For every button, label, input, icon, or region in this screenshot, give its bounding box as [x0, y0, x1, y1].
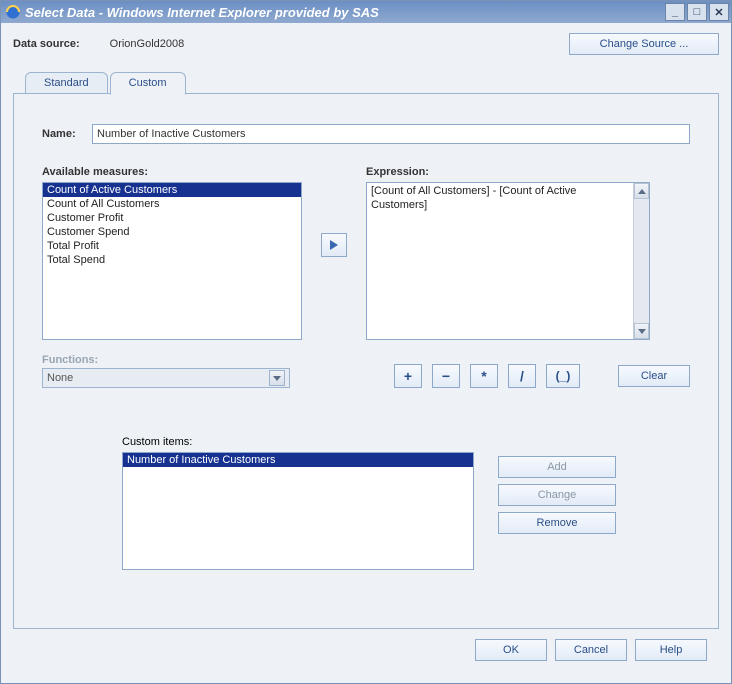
tab-custom[interactable]: Custom	[110, 72, 186, 95]
tab-panel-custom: Name: Available measures: Count of Activ…	[13, 93, 719, 629]
expression-text[interactable]: [Count of All Customers] - [Count of Act…	[367, 183, 633, 339]
functions-dropdown[interactable]: None	[42, 368, 290, 388]
functions-label: Functions:	[42, 354, 290, 366]
op-plus-button[interactable]: +	[394, 364, 422, 388]
window: Select Data - Windows Internet Explorer …	[0, 0, 732, 684]
name-row: Name:	[42, 124, 690, 144]
chevron-down-icon	[638, 329, 646, 334]
change-button[interactable]: Change	[498, 484, 616, 506]
custom-items-label: Custom items:	[122, 436, 474, 448]
list-item[interactable]: Count of Active Customers	[43, 183, 301, 197]
remove-button[interactable]: Remove	[498, 512, 616, 534]
help-button[interactable]: Help	[635, 639, 707, 661]
maximize-button[interactable]: □	[687, 3, 707, 21]
name-input[interactable]	[92, 124, 690, 144]
chevron-up-icon	[638, 189, 646, 194]
chevron-down-icon	[273, 376, 281, 381]
list-item[interactable]: Count of All Customers	[43, 197, 301, 211]
available-measures-label: Available measures:	[42, 166, 302, 178]
custom-items-buttons: Add Change Remove	[498, 456, 616, 534]
header-row: Data source: OrionGold2008 Change Source…	[13, 33, 719, 55]
measure-expression-row: Available measures: Count of Active Cust…	[42, 166, 690, 340]
available-measures-col: Available measures: Count of Active Cust…	[42, 166, 302, 340]
list-item[interactable]: Total Profit	[43, 239, 301, 253]
custom-items-list[interactable]: Number of Inactive Customers	[122, 452, 474, 570]
window-title: Select Data - Windows Internet Explorer …	[25, 5, 379, 20]
cancel-button[interactable]: Cancel	[555, 639, 627, 661]
tabstrip: Standard Custom	[13, 71, 719, 94]
expression-box[interactable]: [Count of All Customers] - [Count of Act…	[366, 182, 650, 340]
change-source-button[interactable]: Change Source ...	[569, 33, 719, 55]
ie-icon	[5, 4, 21, 20]
transfer-col	[318, 166, 350, 324]
functions-value: None	[47, 372, 73, 384]
add-button[interactable]: Add	[498, 456, 616, 478]
list-item[interactable]: Customer Spend	[43, 225, 301, 239]
client-area: Data source: OrionGold2008 Change Source…	[1, 23, 731, 683]
expression-label: Expression:	[366, 166, 650, 178]
scroll-down-button[interactable]	[634, 323, 649, 339]
expression-col: Expression: [Count of All Customers] - […	[366, 166, 650, 340]
data-source-value: OrionGold2008	[110, 38, 185, 50]
name-label: Name:	[42, 128, 92, 140]
list-item[interactable]: Customer Profit	[43, 211, 301, 225]
operator-row: + − * / (_) Clear	[394, 364, 690, 388]
tab-standard[interactable]: Standard	[25, 72, 108, 95]
scroll-up-button[interactable]	[634, 183, 649, 199]
op-paren-button[interactable]: (_)	[546, 364, 580, 388]
op-multiply-button[interactable]: *	[470, 364, 498, 388]
scrollbar-track[interactable]	[634, 199, 649, 323]
close-button[interactable]: ✕	[709, 3, 729, 21]
expression-scrollbar[interactable]	[633, 183, 649, 339]
list-item[interactable]: Total Spend	[43, 253, 301, 267]
arrow-right-icon	[330, 240, 338, 250]
op-divide-button[interactable]: /	[508, 364, 536, 388]
functions-and-ops-row: Functions: None + − * / (_) Clear	[42, 354, 690, 388]
available-measures-list[interactable]: Count of Active Customers Count of All C…	[42, 182, 302, 340]
custom-items-section: Custom items: Number of Inactive Custome…	[42, 436, 690, 570]
dropdown-button[interactable]	[269, 370, 285, 386]
list-item[interactable]: Number of Inactive Customers	[123, 453, 473, 467]
dialog-footer: OK Cancel Help	[13, 629, 719, 671]
data-source-label: Data source:	[13, 38, 80, 50]
minimize-button[interactable]: _	[665, 3, 685, 21]
op-minus-button[interactable]: −	[432, 364, 460, 388]
add-to-expression-button[interactable]	[321, 233, 347, 257]
titlebar: Select Data - Windows Internet Explorer …	[1, 1, 731, 23]
ok-button[interactable]: OK	[475, 639, 547, 661]
clear-button[interactable]: Clear	[618, 365, 690, 387]
